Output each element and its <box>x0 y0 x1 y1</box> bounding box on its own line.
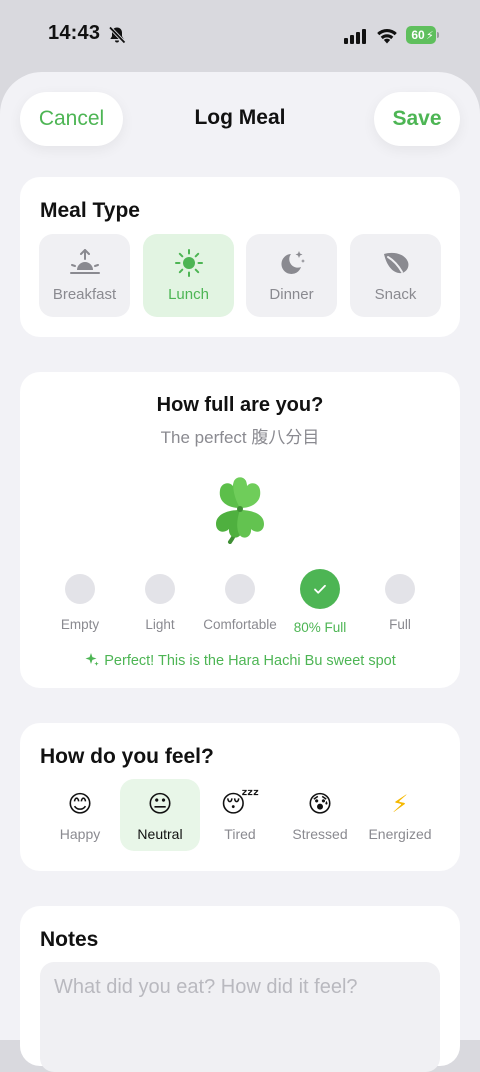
cellular-signal-icon <box>344 29 366 44</box>
sweet-spot-message: Perfect! This is the Hara Hachi Bu sweet… <box>20 651 460 669</box>
feel-option-label: Tired <box>224 826 256 842</box>
meal-option-snack[interactable]: Snack <box>350 234 441 317</box>
battery-indicator: 60 ⚡ <box>406 26 439 44</box>
meal-option-lunch[interactable]: Lunch <box>143 234 234 317</box>
meal-type-card: Meal Type Breakfast Lunch Dinner Snack <box>20 177 460 337</box>
leaf-icon <box>383 252 408 274</box>
meal-option-label: Lunch <box>168 286 209 303</box>
sleeping-face-icon: 😴 <box>220 791 260 818</box>
moon-stars-icon <box>280 251 305 274</box>
meal-type-title: Meal Type <box>40 199 140 222</box>
notes-card: Notes <box>20 906 460 1072</box>
meal-option-label: Breakfast <box>52 286 117 303</box>
charging-bolt-icon: ⚡ <box>426 30 434 42</box>
sunrise-icon <box>69 249 100 274</box>
status-time: 14:43 <box>48 22 101 44</box>
checkmark-icon <box>314 584 326 594</box>
notes-title: Notes <box>40 928 99 951</box>
feel-option-neutral[interactable]: 😐 Neutral <box>120 779 200 851</box>
sun-icon <box>174 249 203 277</box>
feel-option-label: Energized <box>368 826 432 842</box>
four-leaf-clover-icon <box>216 477 264 544</box>
feel-option-energized[interactable]: ⚡ Energized <box>360 779 440 851</box>
wifi-icon <box>377 28 397 44</box>
notes-input[interactable] <box>40 962 440 1072</box>
save-button[interactable]: Save <box>374 92 460 146</box>
log-meal-sheet: Cancel Log Meal Save Meal Type Breakfast <box>0 72 480 1072</box>
smiling-face-icon: 😊 <box>67 791 93 818</box>
feel-card: How do you feel? 😊 Happy 😐 Neutral 😴 Tir… <box>20 723 460 871</box>
fullness-title: How full are you? <box>156 394 324 416</box>
sparkles-icon <box>85 653 99 666</box>
feel-option-label: Stressed <box>292 826 348 842</box>
meal-option-dinner[interactable]: Dinner <box>246 234 337 317</box>
fullness-card: How full are you? The perfect 腹八分目 Empty… <box>20 372 460 688</box>
bell-muted-icon <box>108 26 126 44</box>
feel-option-stressed[interactable]: 😰 Stressed <box>280 779 360 851</box>
fullness-level-label: Full <box>389 617 411 632</box>
feel-title: How do you feel? <box>40 745 214 768</box>
fullness-subtitle: The perfect 腹八分目 <box>160 428 320 447</box>
lightning-bolt-icon: ⚡ <box>391 791 409 818</box>
feel-option-tired[interactable]: 😴 Tired <box>200 779 280 851</box>
neutral-face-icon: 😐 <box>147 791 173 818</box>
anxious-face-icon: 😰 <box>307 791 333 818</box>
feel-option-happy[interactable]: 😊 Happy <box>40 779 120 851</box>
meal-option-label: Snack <box>374 286 417 303</box>
fullness-level-full[interactable]: Full <box>350 574 450 638</box>
meal-option-label: Dinner <box>269 286 314 303</box>
sweet-spot-text: Perfect! This is the Hara Hachi Bu sweet… <box>104 653 396 669</box>
meal-option-breakfast[interactable]: Breakfast <box>39 234 130 317</box>
feel-option-label: Happy <box>59 826 101 842</box>
feel-option-label: Neutral <box>137 826 183 842</box>
battery-level: 60 <box>411 28 425 42</box>
status-bar: 14:43 60 ⚡ <box>0 0 480 72</box>
